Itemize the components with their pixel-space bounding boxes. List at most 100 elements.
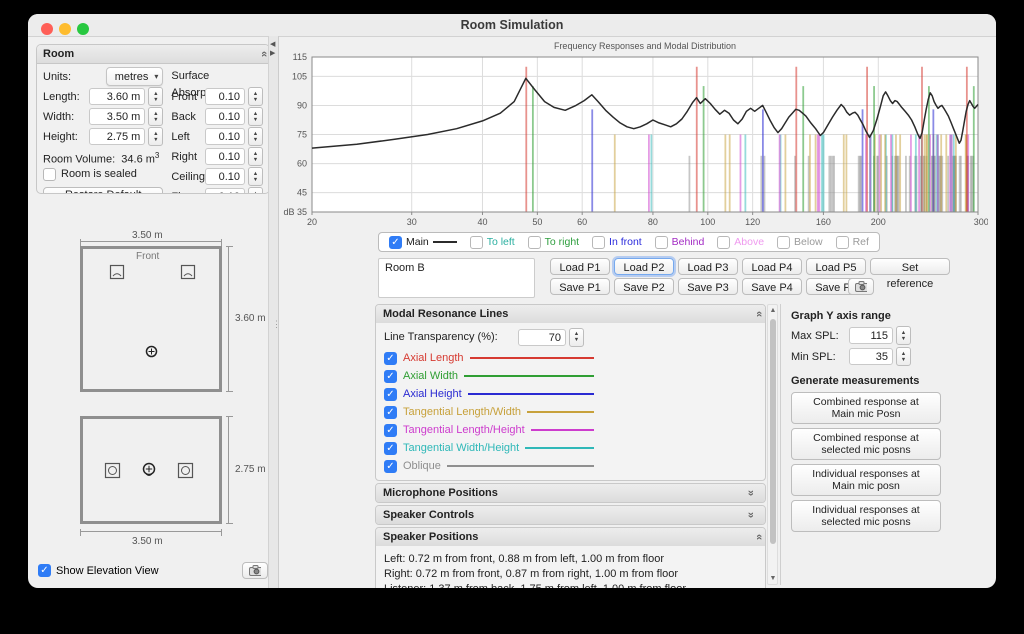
dimension-input[interactable]: 2.75 m	[89, 128, 145, 145]
microphone-positions-header[interactable]: Microphone Positions «	[376, 484, 765, 502]
legend-checkbox[interactable]	[717, 236, 730, 249]
room-sealed-checkbox[interactable]	[43, 168, 56, 181]
absorption-stepper[interactable]: ▲▼	[248, 187, 263, 194]
absorption-stepper[interactable]: ▲▼	[248, 147, 263, 166]
legend-checkbox[interactable]	[777, 236, 790, 249]
dimension-stepper[interactable]: ▲▼	[148, 87, 163, 106]
max-spl-input[interactable]: 115	[849, 327, 893, 344]
room-panel-header[interactable]: Room «	[37, 45, 269, 64]
legend-checkbox[interactable]	[592, 236, 605, 249]
elevation-right-speaker-icon[interactable]	[177, 462, 194, 479]
dimension-input[interactable]: 3.50 m	[89, 108, 145, 125]
scroll-down-icon[interactable]: ▼	[769, 575, 777, 582]
modal-resonance-panel: Modal Resonance Lines « Line Transparenc…	[375, 304, 766, 481]
modal-resonance-header[interactable]: Modal Resonance Lines «	[376, 305, 765, 323]
right-speaker-icon[interactable]	[180, 264, 196, 280]
load-p1-button[interactable]: Load P1	[550, 258, 610, 275]
x-axis-tick-label: 40	[477, 217, 487, 227]
load-button-row: Load P1Load P2Load P3Load P4Load P5Set r…	[550, 258, 950, 275]
absorption-stepper[interactable]: ▲▼	[248, 167, 263, 186]
load-p2-button[interactable]: Load P2	[614, 258, 674, 275]
legend-label: Above	[734, 236, 764, 248]
absorption-input[interactable]: 0.10	[205, 128, 245, 145]
units-value: metres	[115, 71, 149, 83]
resonance-label: Tangential Width/Height	[403, 442, 519, 454]
legend-label: Ref	[853, 236, 869, 248]
resonance-label: Tangential Length/Height	[403, 424, 525, 436]
max-spl-stepper[interactable]: ▲▼	[896, 326, 911, 345]
min-spl-input[interactable]: 35	[849, 348, 893, 365]
resonance-checkbox[interactable]: ✓	[384, 388, 397, 401]
resonance-checkbox[interactable]: ✓	[384, 460, 397, 473]
units-select[interactable]: metres ▾	[106, 67, 164, 86]
x-axis-tick-label: 200	[871, 217, 886, 227]
elevation-left-speaker-icon[interactable]	[104, 462, 121, 479]
legend-checkbox[interactable]	[470, 236, 483, 249]
snapshot-graph-button[interactable]	[848, 278, 874, 295]
load-p4-button[interactable]: Load P4	[742, 258, 802, 275]
speaker-positions-header[interactable]: Speaker Positions «	[376, 528, 765, 546]
load-p5-button[interactable]: Load P5	[806, 258, 866, 275]
middle-scrollbar[interactable]: ▲ ▼	[767, 304, 778, 585]
expand-right-icon[interactable]: ▶	[270, 50, 275, 57]
listener-icon[interactable]	[144, 344, 159, 359]
resonance-checkbox[interactable]: ✓	[384, 424, 397, 437]
show-elevation-checkbox[interactable]: ✓	[38, 564, 51, 577]
legend-item-ref: Ref	[836, 236, 869, 249]
scroll-up-icon[interactable]: ▲	[769, 307, 777, 314]
transparency-input[interactable]: 70	[518, 329, 566, 346]
absorption-stepper[interactable]: ▲▼	[248, 87, 263, 106]
speaker-controls-header[interactable]: Speaker Controls «	[376, 506, 765, 524]
restore-defaults-button[interactable]: Restore Default Settings	[43, 187, 163, 194]
save-p2-button[interactable]: Save P2	[614, 278, 674, 295]
legend-item-to-left: To left	[470, 236, 515, 249]
absorption-stepper[interactable]: ▲▼	[248, 107, 263, 126]
absorption-input[interactable]: 0.10	[205, 108, 245, 125]
set-reference-button[interactable]: Set reference	[870, 258, 950, 275]
collapse-left-icon[interactable]: ◀	[270, 41, 275, 48]
save-p1-button[interactable]: Save P1	[550, 278, 610, 295]
preset-name-input[interactable]: Room B	[378, 258, 535, 298]
resonance-checkbox[interactable]: ✓	[384, 352, 397, 365]
left-speaker-icon[interactable]	[109, 264, 125, 280]
absorption-input[interactable]: 0.10	[205, 88, 245, 105]
resonance-checkbox[interactable]: ✓	[384, 370, 397, 383]
absorption-label: Back	[171, 111, 205, 123]
combined-response-at-main-mic-posn-button[interactable]: Combined response atMain mic Posn	[791, 392, 941, 424]
scrollbar-thumb[interactable]	[770, 319, 776, 544]
snapshot-room-button[interactable]	[242, 562, 268, 579]
elevation-listener-icon[interactable]	[141, 461, 157, 480]
dimension-stepper[interactable]: ▲▼	[148, 127, 163, 146]
min-spl-stepper[interactable]: ▲▼	[896, 347, 911, 366]
legend-checkbox[interactable]	[655, 236, 668, 249]
chevron-down-icon: ▾	[154, 72, 158, 81]
legend-checkbox[interactable]	[528, 236, 541, 249]
expand-chevron-icon: «	[746, 490, 764, 496]
individual-responses-at-selected-mic-posns-button[interactable]: Individual responses atselected mic posn…	[791, 500, 941, 532]
max-spl-label: Max SPL:	[791, 330, 849, 342]
speaker-controls-title: Speaker Controls	[383, 506, 474, 524]
collapse-chevron-icon: «	[251, 51, 269, 57]
collapse-chevron-icon: «	[746, 534, 764, 540]
transparency-stepper[interactable]: ▲▼	[569, 328, 584, 347]
individual-responses-at-main-mic-posn-button[interactable]: Individual responses atMain mic posn	[791, 464, 941, 496]
dimension-stepper[interactable]: ▲▼	[148, 107, 163, 126]
legend-item-above: Above	[717, 236, 764, 249]
pane-splitter[interactable]: ◀ ▶ ⋮	[268, 36, 279, 588]
absorption-input[interactable]: 0.10	[205, 168, 245, 185]
combined-response-at-selected-mic-posns-button[interactable]: Combined response atselected mic posns	[791, 428, 941, 460]
legend-checkbox[interactable]: ✓	[389, 236, 402, 249]
absorption-input[interactable]: 0.10	[205, 188, 245, 194]
absorption-stepper[interactable]: ▲▼	[248, 127, 263, 146]
resonance-row-tangential-width-height: ✓ Tangential Width/Height	[376, 439, 602, 457]
load-p3-button[interactable]: Load P3	[678, 258, 738, 275]
resonance-checkbox[interactable]: ✓	[384, 442, 397, 455]
resonance-checkbox[interactable]: ✓	[384, 406, 397, 419]
save-p3-button[interactable]: Save P3	[678, 278, 738, 295]
dimension-input[interactable]: 3.60 m	[89, 88, 145, 105]
generate-measurements-title: Generate measurements	[791, 375, 986, 387]
resonance-row-axial-height: ✓Axial Height	[376, 385, 602, 403]
legend-checkbox[interactable]	[836, 236, 849, 249]
absorption-input[interactable]: 0.10	[205, 148, 245, 165]
save-p4-button[interactable]: Save P4	[742, 278, 802, 295]
